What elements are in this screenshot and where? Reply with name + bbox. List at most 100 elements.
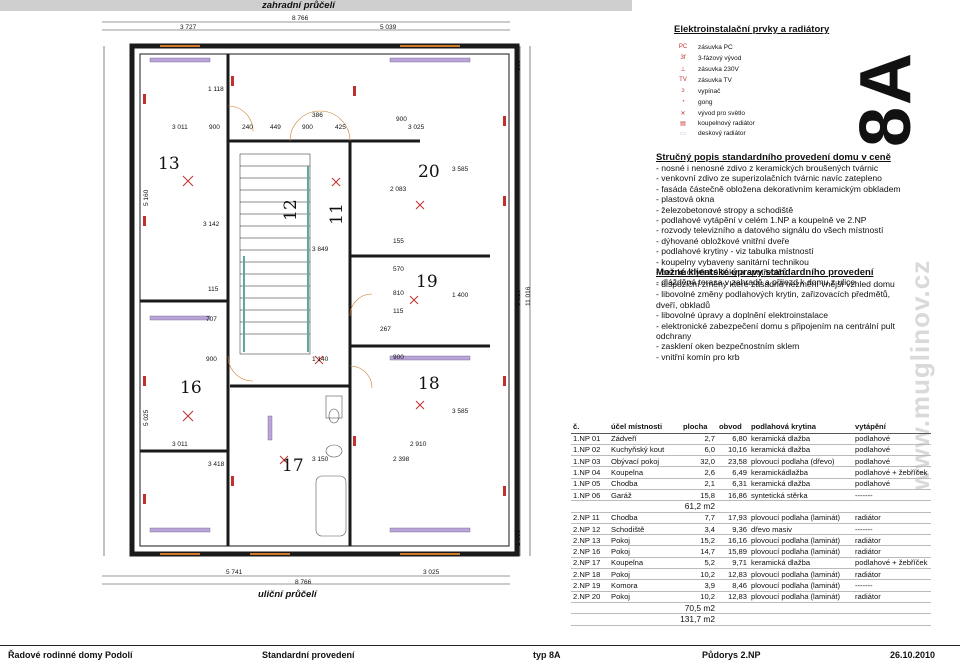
table-cell: 1.NP 04 [571, 466, 609, 479]
table-cell: Pokoj [609, 591, 681, 603]
table-cell: plovoucí podlaha (dřevo) [749, 455, 853, 468]
table-row: 1.NP 01 Zádveří 2,7 6,80 keramická dlažba pod… [571, 433, 931, 445]
dim-inner: 3 849 [312, 246, 329, 253]
dim-inner: 900 [206, 356, 217, 363]
col-header: č. [571, 421, 609, 434]
table-cell: Schodiště [609, 523, 681, 536]
bathroom-radiator-icon: ▤ [680, 120, 686, 127]
table-row: 2.NP 17 Koupelna 5,2 9,71 keramická dlažba po… [571, 557, 931, 570]
table-sum: 131,7 m2 [571, 613, 717, 626]
table-cell: Kuchyňský kout [609, 444, 681, 457]
dim-inner: 3 025 [408, 124, 425, 131]
dim-inner: 2 398 [393, 456, 410, 463]
legend-item: PC zásuvka PC [672, 42, 733, 52]
table-cell: keramická dlažba [749, 478, 853, 490]
table-row: 2.NP 18 Pokoj 10,2 12,83 plovoucí podlaha (l… [571, 568, 931, 581]
dim-bottom-right: 3 025 [423, 569, 440, 576]
table-cell: podlahové [853, 433, 931, 445]
table-cell: plovoucí podlaha (laminát) [749, 579, 853, 592]
room-19-label: 19 [416, 272, 438, 292]
options-list: - dispoziční změny které zásadně nezmění… [656, 279, 895, 362]
dim-inner: 240 [242, 124, 253, 131]
dim-inner: 2 910 [410, 441, 427, 448]
table-cell: ------- [853, 523, 931, 536]
table-row: 2.NP 12 Schodiště 3,4 9,36 dřevo masiv ------… [571, 523, 931, 536]
col-header: vytápění [853, 421, 931, 434]
options-title: Možné klientské úpravy standardního prov… [656, 267, 874, 278]
table-cell: 2.NP 12 [571, 523, 609, 536]
table-cell: 15,89 [717, 545, 749, 558]
dim-inner: 707 [206, 316, 217, 323]
table-cell: keramická dlažba [749, 433, 853, 445]
dim-top-total: 8 766 [292, 15, 309, 22]
table-cell: Koupelna [609, 466, 681, 479]
table-cell: 1.NP 01 [571, 433, 609, 445]
light-outlet-icon: ✕ [680, 110, 686, 117]
table-cell: 1.NP 06 [571, 489, 609, 502]
dim-inner: 449 [270, 124, 281, 131]
dim-inner: 115 [393, 308, 404, 315]
table-cell: 6,80 [717, 433, 749, 445]
pc-socket-icon: PC [678, 44, 688, 50]
table-cell: radiátor [853, 568, 931, 581]
room-17-label: 17 [282, 456, 304, 476]
legend-item: 3f 3-fázový vývod [672, 53, 741, 63]
floor-plan-drawing [102, 21, 531, 585]
table-cell: Obývací pokoj [609, 455, 681, 468]
room-12-label: 12 [280, 199, 301, 221]
col-header: účel místnosti [609, 421, 681, 434]
table-cell: 2,7 [681, 433, 717, 445]
dim-inner: 1 400 [452, 292, 469, 299]
legend-item: ⊥ zásuvka 230V [672, 64, 738, 74]
table-cell: podlahové [853, 478, 931, 490]
dim-inner: 1 140 [312, 356, 329, 363]
date: 26.10.2010 [890, 650, 936, 660]
dim-inner: 3 011 [172, 441, 188, 448]
table-cell: ------- [853, 489, 931, 502]
dim-inner: 386 [312, 112, 323, 119]
dim-inner: 115 [208, 286, 219, 293]
dim-inner: 3 142 [203, 221, 220, 228]
table-cell: syntetická stěrka [749, 489, 853, 502]
table-row: 2.NP 19 Komora 3,9 8,46 plovoucí podlaha (la… [571, 579, 931, 592]
table-cell: 2.NP 16 [571, 545, 609, 558]
table-cell: 6,31 [717, 478, 749, 490]
dim-inner: 3 011 [172, 124, 188, 131]
table-cell: 9,71 [717, 557, 749, 570]
dim-inner: 810 [393, 290, 404, 297]
type-badge: 8A [846, 50, 927, 148]
table-cell: Komora [609, 579, 681, 592]
table-cell: dřevo masiv [749, 523, 853, 536]
standard-title: Stručný popis standardního provedení dom… [656, 152, 891, 163]
dim-right-b: 9 516 [515, 289, 522, 306]
dim-bottom-total: 8 766 [295, 579, 312, 586]
table-cell: keramická dlažba [749, 444, 853, 457]
table-sum: 61,2 m2 [571, 500, 717, 513]
table-cell: 10,16 [717, 444, 749, 457]
table-cell: plovoucí podlaha (laminát) [749, 512, 853, 524]
table-sum-row: 131,7 m2 [571, 613, 931, 626]
col-header: plocha [681, 421, 717, 434]
dim-inner: 3 418 [208, 461, 225, 468]
socket-230v-icon: ⊥ [680, 66, 686, 73]
table-cell: 12,83 [717, 591, 749, 603]
table-cell: 12,83 [717, 568, 749, 581]
dim-inner: 267 [380, 326, 391, 333]
legend-item: TV zásuvka TV [672, 75, 732, 85]
table-cell: 2.NP 11 [571, 512, 609, 524]
table-cell: 10,2 [681, 568, 717, 581]
table-cell: 2.NP 19 [571, 579, 609, 592]
table-cell: 2.NP 20 [571, 591, 609, 603]
table-cell: Pokoj [609, 534, 681, 547]
dim-inner: 900 [302, 124, 313, 131]
room-16-label: 16 [180, 378, 202, 398]
dim-inner: 155 [393, 238, 404, 245]
table-sum-row: 61,2 m2 [571, 500, 931, 513]
dim-inner: 425 [335, 124, 346, 131]
room-13-label: 13 [158, 154, 180, 174]
table-cell: 8,46 [717, 579, 749, 592]
switch-icon: ↄ [681, 88, 685, 94]
table-cell: 2.NP 17 [571, 557, 609, 570]
table-cell: Koupelna [609, 557, 681, 570]
three-phase-icon: 3f [680, 55, 686, 61]
